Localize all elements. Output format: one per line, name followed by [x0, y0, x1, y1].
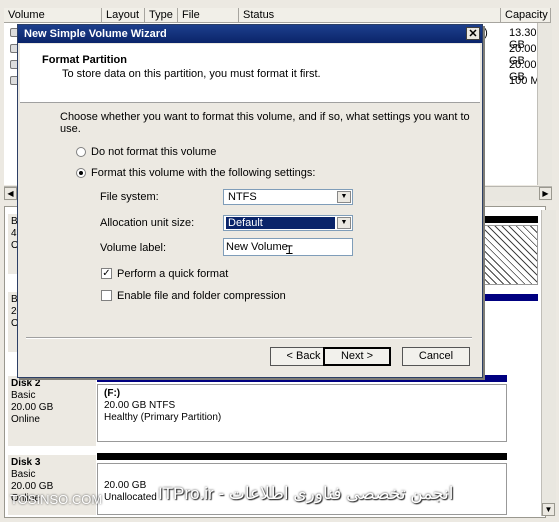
disk1-bar	[482, 294, 538, 301]
scroll-down-icon[interactable]: ▼	[542, 503, 555, 516]
column-capacity[interactable]: Capacity	[501, 8, 551, 23]
watermark-site: TOSINSO.COM	[10, 492, 103, 507]
disk0-bar	[482, 216, 538, 223]
compression-checkbox[interactable]	[101, 290, 112, 301]
partition-status: Healthy (Primary Partition)	[104, 412, 222, 423]
chevron-down-icon[interactable]: ▼	[337, 191, 351, 203]
column-volume[interactable]: Volume	[4, 8, 102, 23]
scroll-right-icon[interactable]: ▶	[539, 187, 552, 200]
graph-vscroll[interactable]: ▼	[541, 210, 556, 516]
next-button[interactable]: Next >	[323, 347, 391, 366]
file-system-value: NTFS	[228, 191, 257, 203]
radio-do-not-format[interactable]	[76, 147, 86, 157]
disk2-info[interactable]: Disk 2 Basic 20.00 GB Online	[8, 376, 96, 446]
radio-format-volume[interactable]	[76, 168, 86, 178]
header-subtitle: To store data on this partition, you mus…	[62, 68, 321, 80]
column-layout[interactable]: Layout	[102, 8, 145, 23]
header-title: Format Partition	[42, 54, 127, 66]
partition-size: 20.00 GB NTFS	[104, 400, 176, 411]
volume-label-label: Volume label:	[100, 242, 167, 254]
quick-format-label[interactable]: Perform a quick format	[117, 268, 228, 280]
file-system-label: File system:	[100, 191, 159, 203]
watermark-text: ITPro.ir - انجمن تخصصی فناوری اطلاعات	[158, 484, 454, 503]
disk3-bar	[97, 453, 507, 460]
disk2-status: Online	[11, 414, 40, 425]
instruction-text: Choose whether you want to format this v…	[60, 111, 470, 135]
cancel-button[interactable]: Cancel	[402, 347, 470, 366]
radio-do-not-format-label[interactable]: Do not format this volume	[91, 146, 216, 158]
quick-format-checkbox[interactable]: ✓	[101, 268, 112, 279]
disk2-name: Disk 2	[11, 378, 41, 389]
dialog-separator	[26, 337, 472, 339]
disk2-size: 20.00 GB	[11, 402, 54, 413]
close-icon[interactable]: ✕	[466, 27, 480, 40]
compression-label[interactable]: Enable file and folder compression	[117, 290, 286, 302]
allocation-unit-select[interactable]: Default ▼	[223, 215, 353, 231]
radio-format-volume-label[interactable]: Format this volume with the following se…	[91, 167, 315, 179]
column-status[interactable]: Status	[239, 8, 501, 23]
wizard-header: Format Partition To store data on this p…	[20, 44, 480, 103]
column-type[interactable]: Type	[145, 8, 178, 23]
chevron-down-icon[interactable]: ▼	[337, 217, 351, 229]
new-simple-volume-wizard: New Simple Volume Wizard ✕ Format Partit…	[17, 24, 483, 378]
dialog-titlebar[interactable]: New Simple Volume Wizard ✕	[18, 25, 482, 43]
list-vscroll[interactable]	[537, 23, 552, 185]
disk3-type: Basic	[11, 469, 36, 480]
allocation-unit-label: Allocation unit size:	[100, 217, 195, 229]
text-cursor-icon: Ɪ	[286, 243, 293, 257]
scroll-left-icon[interactable]: ◀	[4, 187, 17, 200]
disk2-type: Basic	[11, 390, 36, 401]
column-file-system[interactable]: File System	[178, 8, 239, 36]
disk2-partition[interactable]: (F:) 20.00 GB NTFS Healthy (Primary Part…	[97, 384, 507, 442]
partition-name: (F:)	[104, 388, 121, 399]
dialog-title: New Simple Volume Wizard	[24, 28, 167, 40]
disk0-unallocated-hatch[interactable]	[482, 225, 538, 285]
allocation-unit-value: Default	[226, 217, 335, 229]
file-system-select[interactable]: NTFS ▼	[223, 189, 353, 205]
disk3-name: Disk 3	[11, 457, 41, 468]
